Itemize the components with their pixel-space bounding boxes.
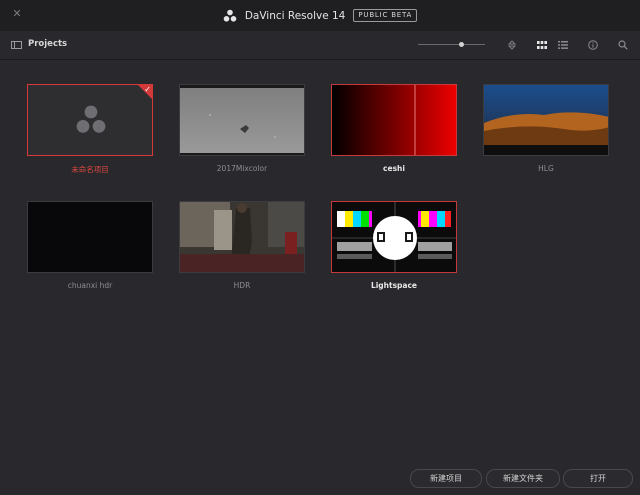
project-thumbnail[interactable] (331, 201, 457, 273)
project-name: chuanxi hdr (67, 281, 113, 290)
projects-toolbar: Projects (0, 31, 640, 60)
project-name: HLG (538, 164, 554, 173)
project-name: 2017Mixcolor (216, 164, 268, 173)
project-thumbnail[interactable] (483, 84, 609, 156)
info-icon[interactable] (588, 40, 598, 50)
sort-icon[interactable] (507, 40, 517, 50)
grid-view-icon[interactable] (537, 40, 547, 50)
project-thumbnail[interactable] (331, 84, 457, 156)
window-title: DaVinci Resolve 14 PUBLIC BETA (0, 0, 640, 31)
check-icon: ✓ (144, 85, 151, 94)
slider-handle[interactable] (459, 42, 465, 47)
new-folder-button[interactable]: 新建文件夹 (486, 469, 560, 488)
davinci-logo-icon (223, 9, 237, 22)
title-bar: ✕ DaVinci Resolve 14 PUBLIC BETA (0, 0, 640, 32)
project-thumbnail[interactable] (179, 84, 305, 156)
new-project-button[interactable]: 新建项目 (410, 469, 482, 488)
thumbnail-image (180, 85, 304, 155)
thumbnail-image (332, 202, 456, 272)
project-thumbnail[interactable] (179, 201, 305, 273)
thumbnail-size-slider[interactable] (418, 42, 485, 47)
project-name: HDR (233, 281, 251, 290)
project-name: Lightspace (370, 281, 418, 290)
panel-toggle-icon[interactable] (11, 41, 22, 49)
thumbnail-image (332, 85, 456, 155)
open-button[interactable]: 打开 (563, 469, 633, 488)
list-view-icon[interactable] (558, 40, 568, 50)
search-icon[interactable] (618, 40, 628, 50)
davinci-placeholder-icon (76, 105, 106, 133)
project-thumbnail[interactable]: ✓ (27, 84, 153, 156)
thumbnail-image (484, 85, 608, 155)
thumbnail-image (180, 202, 304, 272)
project-name: ceshi (383, 164, 405, 173)
project-thumbnail[interactable] (27, 201, 153, 273)
beta-badge: PUBLIC BETA (353, 9, 418, 22)
app-title: DaVinci Resolve 14 (244, 9, 346, 22)
project-name: 未命名项目 (71, 165, 109, 174)
project-grid: ✓ 未命名项目 2017Mixcolor ceshi HLG chuanxi h… (0, 60, 640, 460)
page-title: Projects (28, 39, 68, 49)
